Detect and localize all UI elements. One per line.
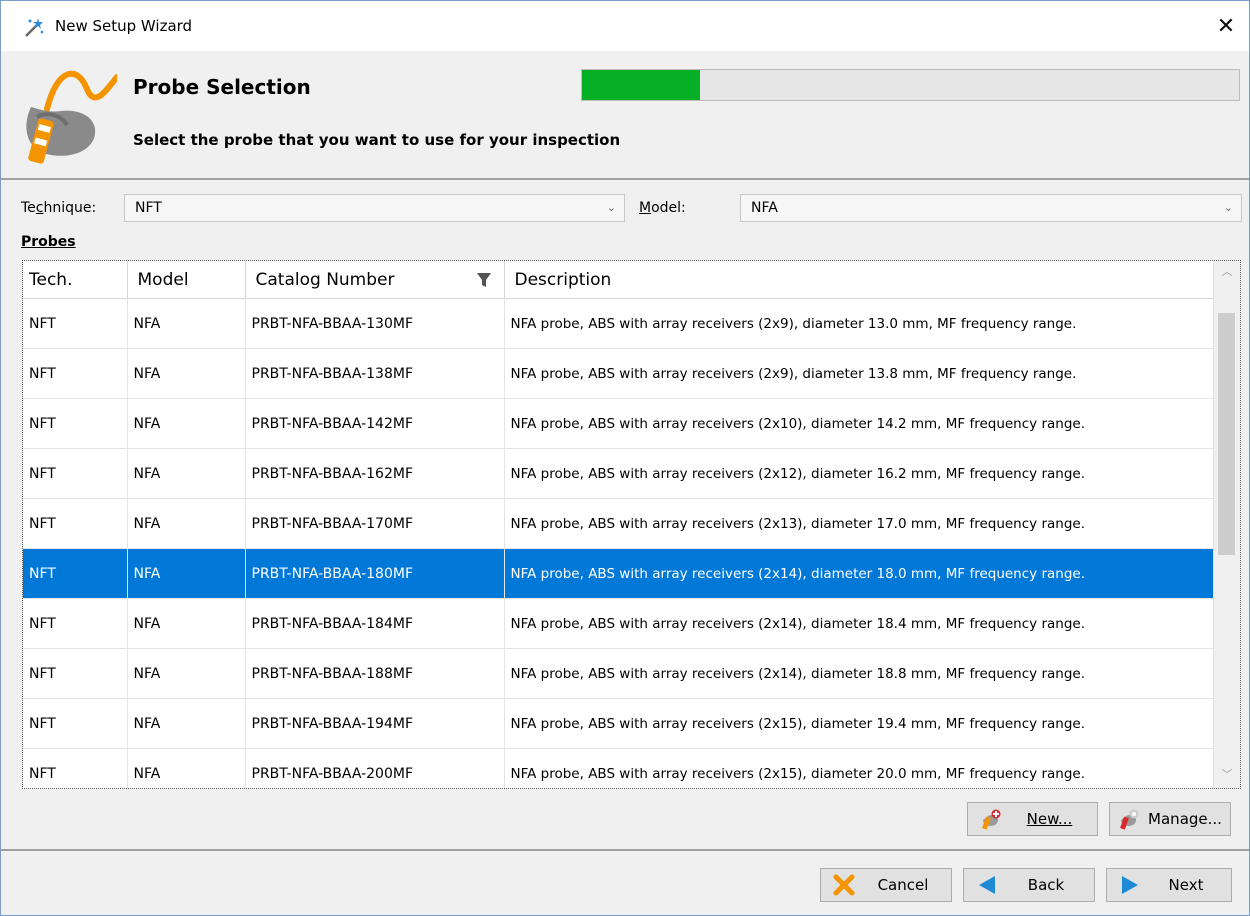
tech-cell: NFT [23,598,128,649]
back-button[interactable]: Back [963,868,1095,902]
table-row[interactable]: NFT NFA PRBT-NFA-BBAA-162MF NFA probe, ABS … [23,448,1215,499]
catalog-number-cell: PRBT-NFA-BBAA-184MF [245,598,505,649]
cancel-button-label: Cancel [877,876,929,894]
column-header-description[interactable]: Description [504,261,1215,299]
model-dropdown[interactable]: NFA ⌄ [740,194,1242,222]
catalog-number-cell: PRBT-NFA-BBAA-200MF [245,748,505,788]
catalog-number-cell: PRBT-NFA-BBAA-188MF [245,648,505,699]
catalog-number-cell: PRBT-NFA-BBAA-170MF [245,498,505,549]
wizard-header: Probe Selection Select the probe that yo… [1,51,1249,180]
step-subtitle: Select the probe that you want to use fo… [133,131,621,149]
table-row[interactable]: NFT NFA PRBT-NFA-BBAA-130MF NFA probe, ABS … [23,298,1215,349]
description-cell: NFA probe, ABS with array receivers (2x1… [504,498,1215,549]
new-button-label: New... [1026,810,1073,828]
table-header-row: Tech. Model Catalog Number Description [23,261,1215,299]
table-row[interactable]: NFT NFA PRBT-NFA-BBAA-200MF NFA probe, ABS … [23,748,1215,788]
table-row[interactable]: NFT NFA PRBT-NFA-BBAA-170MF NFA probe, ABS … [23,498,1215,549]
technique-dropdown[interactable]: NFT ⌄ [124,194,625,222]
tech-cell: NFT [23,348,128,399]
new-probe-button[interactable]: New... [967,802,1098,836]
arrow-right-icon [1122,876,1138,894]
arrow-left-icon [979,876,995,894]
scroll-up-icon[interactable]: ︿ [1214,263,1240,283]
description-cell: NFA probe, ABS with array receivers (2x1… [504,748,1215,788]
manage-probes-button[interactable]: Manage... [1109,802,1231,836]
model-cell: NFA [127,598,246,649]
table-row[interactable]: NFT NFA PRBT-NFA-BBAA-194MF NFA probe, ABS … [23,698,1215,749]
probes-label: Probes [21,234,76,250]
table-row[interactable]: NFT NFA PRBT-NFA-BBAA-138MF NFA probe, ABS … [23,348,1215,399]
table-row[interactable]: NFT NFA PRBT-NFA-BBAA-188MF NFA probe, ABS … [23,648,1215,699]
chevron-down-icon: ⌄ [1223,201,1233,214]
cancel-button[interactable]: Cancel [820,868,952,902]
model-label: Model: [639,200,686,216]
description-cell: NFA probe, ABS with array receivers (2x1… [504,598,1215,649]
magic-wand-icon [25,18,44,37]
tech-cell: NFT [23,498,128,549]
close-icon: ✕ [1216,13,1236,39]
close-button[interactable]: ✕ [1203,1,1249,51]
next-button[interactable]: Next [1106,868,1232,902]
probe-hand-icon [26,70,117,164]
table-row[interactable]: NFT NFA PRBT-NFA-BBAA-142MF NFA probe, ABS … [23,398,1215,449]
scroll-down-icon[interactable]: ﹀ [1214,766,1240,786]
description-cell: NFA probe, ABS with array receivers (2x1… [504,398,1215,449]
chevron-down-icon: ⌄ [606,201,616,214]
description-cell: NFA probe, ABS with array receivers (2x1… [504,548,1215,599]
model-cell: NFA [127,298,246,349]
model-cell: NFA [127,748,246,788]
title-bar: New Setup Wizard ✕ [1,1,1249,51]
footer-separator [1,849,1249,851]
probes-table[interactable]: Tech. Model Catalog Number Description N… [22,260,1241,789]
model-cell: NFA [127,648,246,699]
filter-icon[interactable] [476,272,492,288]
tech-cell: NFT [23,398,128,449]
tech-cell: NFT [23,648,128,699]
model-cell: NFA [127,548,246,599]
model-cell: NFA [127,448,246,499]
progress-fill [582,70,701,100]
model-cell: NFA [127,398,246,449]
model-value: NFA [751,200,778,216]
window-title: New Setup Wizard [55,17,193,35]
column-header-model[interactable]: Model [127,261,246,299]
catalog-number-cell: PRBT-NFA-BBAA-180MF [245,548,505,599]
technique-value: NFT [135,200,162,216]
model-cell: NFA [127,498,246,549]
table-row[interactable]: NFT NFA PRBT-NFA-BBAA-180MF NFA probe, ABS … [23,548,1215,599]
scroll-thumb[interactable] [1218,313,1235,555]
model-cell: NFA [127,348,246,399]
probe-manage-icon [1120,809,1139,830]
tech-cell: NFT [23,698,128,749]
description-cell: NFA probe, ABS with array receivers (2x1… [504,648,1215,699]
technique-label: Technique: [21,200,97,216]
vertical-scrollbar[interactable]: ︿ ﹀ [1213,261,1240,788]
tech-cell: NFT [23,748,128,788]
description-cell: NFA probe, ABS with array receivers (2x1… [504,448,1215,499]
catalog-number-cell: PRBT-NFA-BBAA-130MF [245,298,505,349]
wizard-window: New Setup Wizard ✕ Probe Selection Selec… [0,0,1250,916]
step-title: Probe Selection [133,75,311,99]
catalog-number-cell: PRBT-NFA-BBAA-162MF [245,448,505,499]
catalog-number-cell: PRBT-NFA-BBAA-138MF [245,348,505,399]
catalog-number-cell: PRBT-NFA-BBAA-142MF [245,398,505,449]
back-button-label: Back [1027,876,1065,894]
filter-row: Technique: NFT ⌄ Model: NFA ⌄ [1,194,1249,224]
model-cell: NFA [127,698,246,749]
description-cell: NFA probe, ABS with array receivers (2x9… [504,298,1215,349]
description-cell: NFA probe, ABS with array receivers (2x1… [504,698,1215,749]
catalog-number-cell: PRBT-NFA-BBAA-194MF [245,698,505,749]
probe-new-icon [982,809,1001,830]
column-header-catalog-number[interactable]: Catalog Number [245,261,505,299]
next-button-label: Next [1168,876,1204,894]
tech-cell: NFT [23,448,128,499]
tech-cell: NFT [23,548,128,599]
tech-cell: NFT [23,298,128,349]
column-header-tech[interactable]: Tech. [23,261,128,299]
cancel-x-icon [833,874,855,896]
manage-button-label: Manage... [1148,810,1222,828]
table-row[interactable]: NFT NFA PRBT-NFA-BBAA-184MF NFA probe, ABS … [23,598,1215,649]
wizard-progress-bar [581,69,1240,101]
description-cell: NFA probe, ABS with array receivers (2x9… [504,348,1215,399]
